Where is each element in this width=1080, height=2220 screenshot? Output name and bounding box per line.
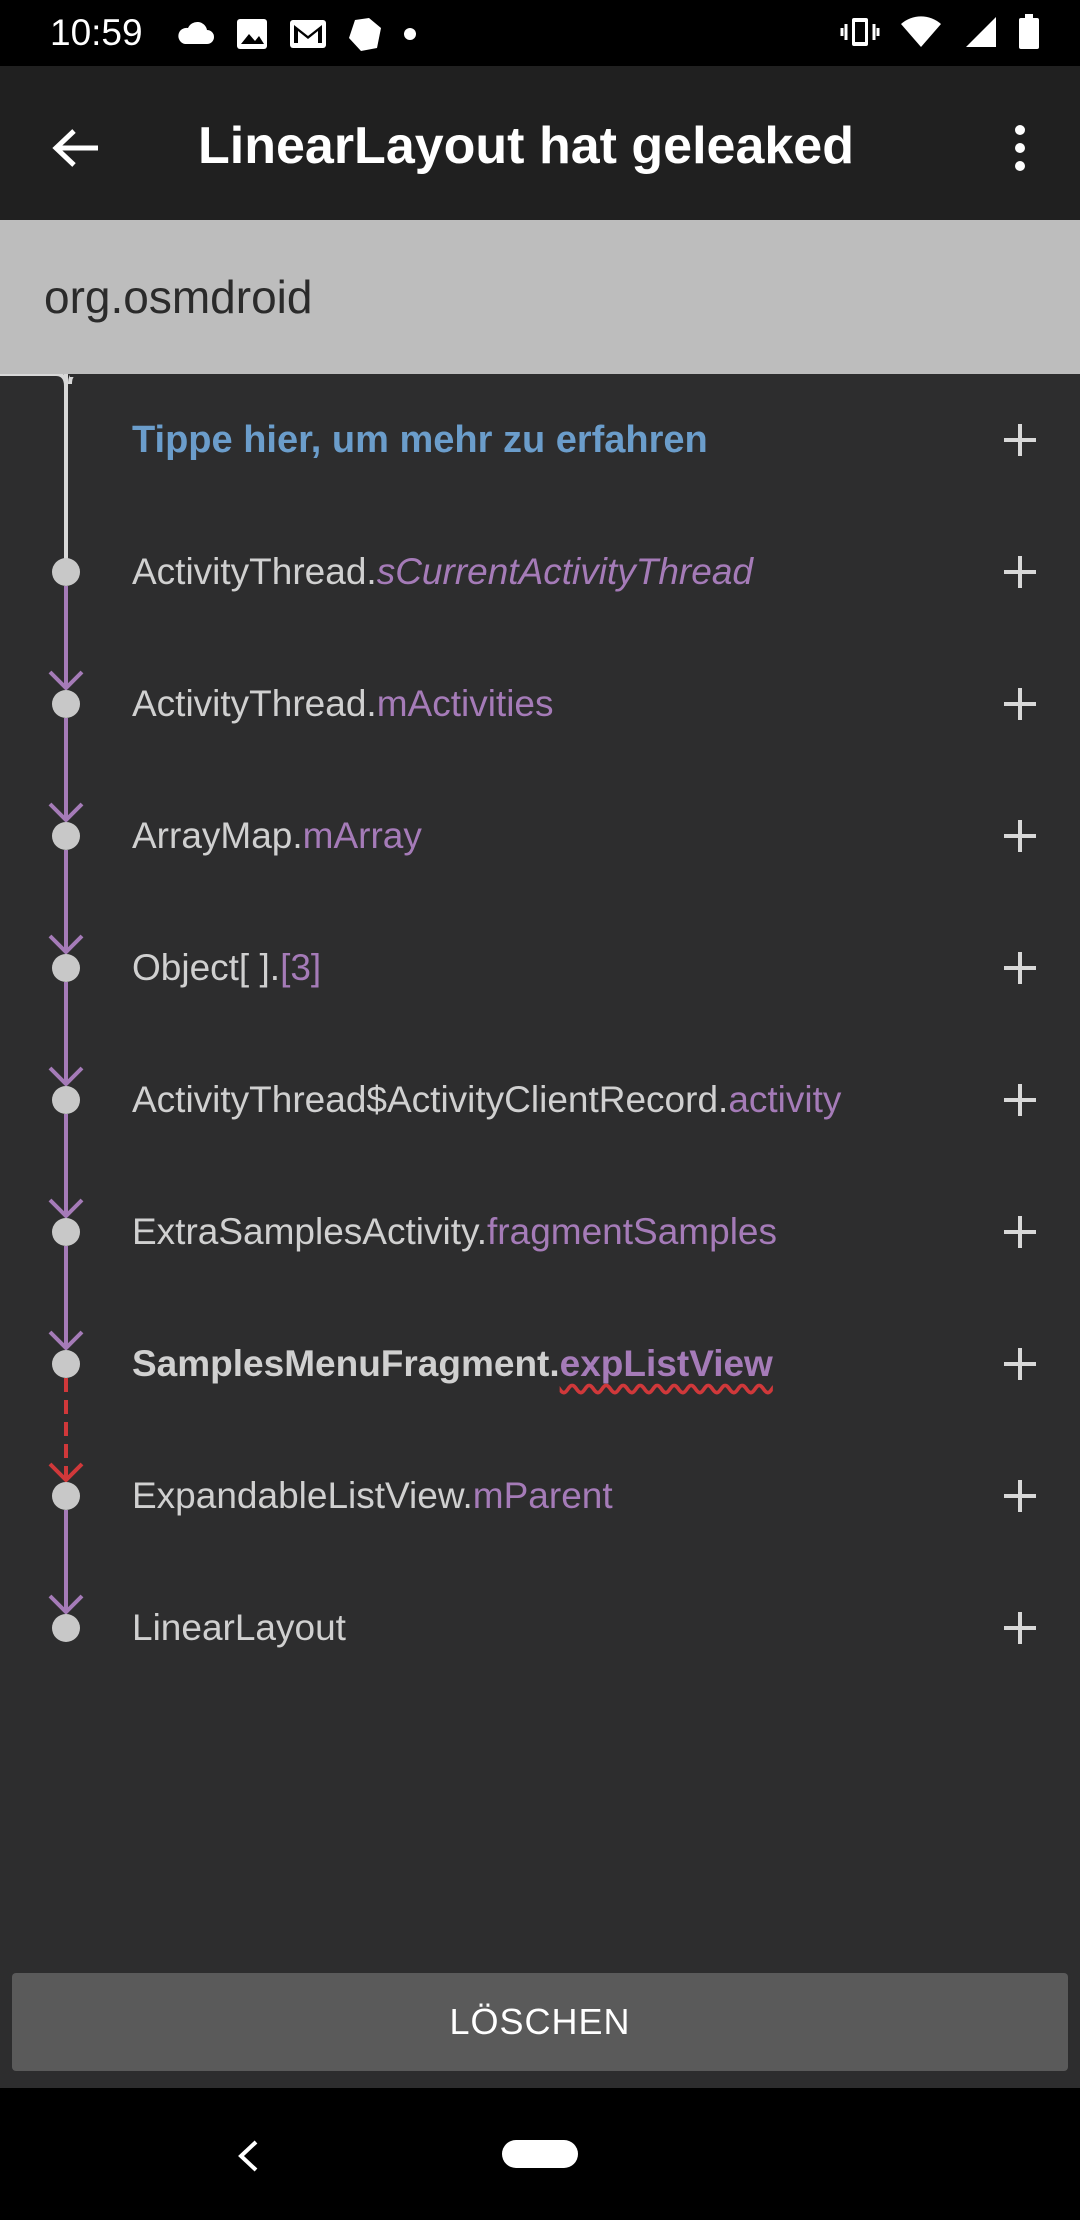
app-bar: LinearLayout hat geleaked [0, 66, 1080, 220]
trace-row[interactable]: Object[ ].[3] [0, 902, 1080, 1034]
trace-row[interactable]: ArrayMap.mArray [0, 770, 1080, 902]
expand-button[interactable] [990, 1334, 1050, 1394]
trace-field: mArray [302, 815, 422, 856]
arrow-left-icon [52, 129, 98, 167]
trace-field: sCurrentActivityThread [376, 551, 753, 592]
trace-row-label: LinearLayout [132, 1562, 346, 1694]
status-time: 10:59 [50, 12, 143, 53]
status-bar: 10:59 [0, 0, 1080, 66]
trace-row-label: ExpandableListView.mParent [132, 1430, 613, 1562]
package-header: org.osmdroid [0, 220, 1080, 374]
plus-icon [1004, 1348, 1036, 1380]
trace-row[interactable]: ActivityThread.mActivities [0, 638, 1080, 770]
navigation-bar [0, 2088, 1080, 2220]
shield-app-icon [349, 18, 381, 51]
signal-icon [966, 17, 996, 47]
leak-trace: Tippe hier, um mehr zu erfahren Activity… [0, 374, 1080, 1964]
more-vert-icon [1015, 125, 1025, 171]
trace-field: fragmentSamples [487, 1211, 777, 1252]
trace-row-label: SamplesMenuFragment.expListView [132, 1298, 773, 1430]
battery-icon [1019, 14, 1039, 49]
trace-row[interactable]: ExtraSamplesActivity.fragmentSamples [0, 1166, 1080, 1298]
system-icons [840, 14, 1040, 50]
plus-icon [1004, 1216, 1036, 1248]
info-row-label: Tippe hier, um mehr zu erfahren [132, 419, 708, 461]
trace-row-label: Object[ ].[3] [132, 902, 321, 1034]
expand-button[interactable] [990, 1202, 1050, 1262]
overflow-menu-button[interactable] [990, 112, 1050, 184]
trace-class: ActivityThread. [132, 683, 377, 724]
trace-row-label: ActivityThread$ActivityClientRecord.acti… [132, 1034, 841, 1166]
nav-back-button[interactable] [220, 2128, 276, 2184]
plus-icon [1004, 952, 1036, 984]
back-button[interactable] [40, 112, 112, 184]
trace-class: Object[ ]. [132, 947, 281, 988]
trace-class: ActivityThread. [132, 551, 377, 592]
trace-row-label: ExtraSamplesActivity.fragmentSamples [132, 1166, 777, 1298]
plus-icon [1004, 1480, 1036, 1512]
trace-field: expListView [559, 1343, 773, 1384]
trace-row-label: ActivityThread.mActivities [132, 638, 554, 770]
expand-button[interactable] [990, 410, 1050, 470]
expand-button[interactable] [990, 542, 1050, 602]
image-icon [237, 19, 267, 49]
expand-button[interactable] [990, 674, 1050, 734]
trace-class: SamplesMenuFragment. [132, 1343, 560, 1384]
notification-icons [175, 16, 417, 52]
wifi-icon [901, 16, 941, 47]
gmail-icon [290, 20, 326, 48]
trace-row[interactable]: ActivityThread$ActivityClientRecord.acti… [0, 1034, 1080, 1166]
plus-icon [1004, 424, 1036, 456]
expand-button[interactable] [990, 1598, 1050, 1658]
delete-button[interactable]: LÖSCHEN [12, 1973, 1068, 2071]
plus-icon [1004, 1612, 1036, 1644]
package-name: org.osmdroid [44, 271, 313, 323]
info-row[interactable]: Tippe hier, um mehr zu erfahren [0, 374, 1080, 506]
expand-button[interactable] [990, 938, 1050, 998]
plus-icon [1004, 688, 1036, 720]
trace-row-label: ActivityThread.sCurrentActivityThread [132, 506, 753, 638]
trace-field: mActivities [376, 683, 554, 724]
trace-class: ExtraSamplesActivity. [132, 1211, 488, 1252]
vibrate-icon [840, 18, 880, 46]
trace-row-leaking[interactable]: SamplesMenuFragment.expListView [0, 1298, 1080, 1430]
trace-field: activity [728, 1079, 842, 1120]
page-title: LinearLayout hat geleaked [198, 117, 854, 175]
trace-row-label: ArrayMap.mArray [132, 770, 422, 902]
nav-back-icon [238, 2140, 258, 2172]
plus-icon [1004, 556, 1036, 588]
cloud-icon [178, 21, 214, 44]
dot-icon [404, 28, 416, 40]
expand-button[interactable] [990, 1466, 1050, 1526]
trace-class: ArrayMap. [132, 815, 303, 856]
trace-row[interactable]: ActivityThread.sCurrentActivityThread [0, 506, 1080, 638]
trace-class: ExpandableListView. [132, 1475, 473, 1516]
trace-row[interactable]: LinearLayout [0, 1562, 1080, 1694]
nav-home-button[interactable] [502, 2140, 578, 2168]
trace-field: mParent [472, 1475, 613, 1516]
plus-icon [1004, 1084, 1036, 1116]
plus-icon [1004, 820, 1036, 852]
trace-row[interactable]: ExpandableListView.mParent [0, 1430, 1080, 1562]
trace-class: ActivityThread$ActivityClientRecord. [132, 1079, 729, 1120]
trace-class: LinearLayout [132, 1607, 346, 1648]
trace-field: [3] [280, 947, 322, 988]
expand-button[interactable] [990, 806, 1050, 866]
expand-button[interactable] [990, 1070, 1050, 1130]
